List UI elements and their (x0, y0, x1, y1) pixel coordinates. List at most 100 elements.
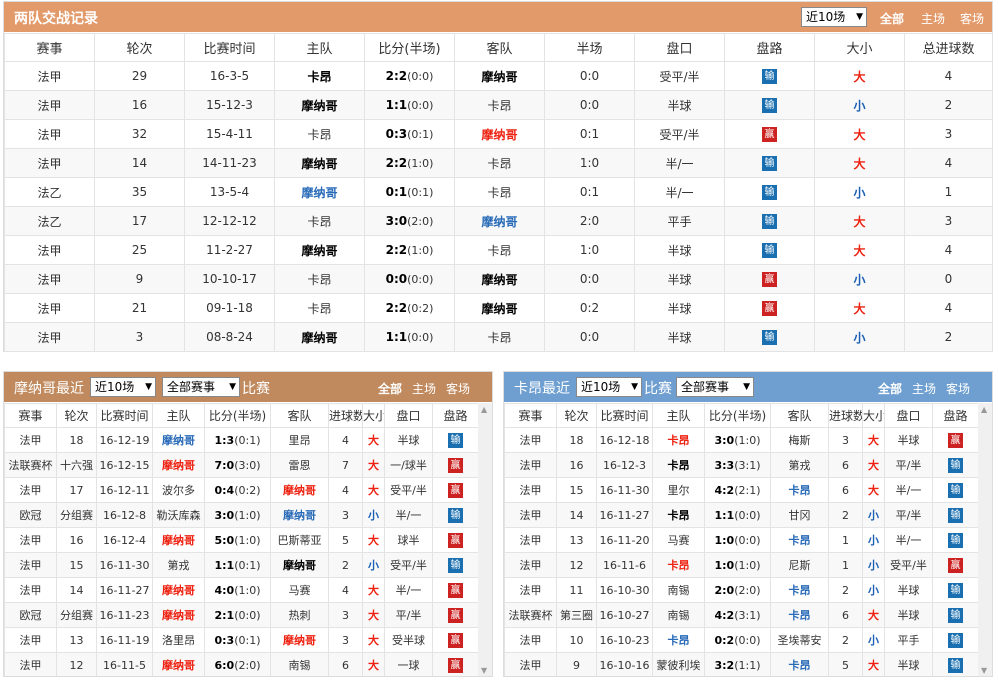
away-team[interactable]: 圣埃蒂安 (770, 627, 829, 653)
table-row: 法甲 9 10-10-17 卡昂 0:0(0:0) 摩纳哥 0:0 半球赢小 0 (4, 264, 993, 294)
home-team[interactable]: 摩纳哥 (152, 652, 205, 676)
halftime-cell: 1:0 (544, 148, 635, 178)
away-team[interactable]: 卡昂 (770, 602, 829, 628)
away-team[interactable]: 尼斯 (770, 552, 829, 578)
home-team[interactable]: 马赛 (652, 527, 705, 553)
h2h-filter-home[interactable]: 主场 (921, 10, 945, 27)
away-team[interactable]: 卡昂 (454, 148, 545, 178)
result-cell: 赢 (432, 652, 479, 676)
score-cell: 4:2(3:1) (704, 602, 771, 628)
date-cell: 16-12-4 (96, 527, 153, 553)
caen-scrollbar[interactable]: ▲ ▼ (978, 403, 992, 676)
home-team[interactable]: 南锡 (652, 577, 705, 603)
home-team[interactable]: 摩纳哥 (274, 235, 365, 265)
date-cell: 16-12-19 (96, 427, 153, 453)
home-team[interactable]: 摩纳哥 (152, 427, 205, 453)
away-team[interactable]: 卡昂 (454, 90, 545, 120)
monaco-filter-all[interactable]: 全部 (378, 380, 402, 397)
away-team[interactable]: 卡昂 (770, 477, 829, 503)
away-team[interactable]: 摩纳哥 (270, 552, 329, 578)
league-cell: 法甲 (4, 627, 57, 653)
caen-league-select[interactable]: 全部赛事 ▼ (676, 377, 754, 397)
away-team[interactable]: 卡昂 (770, 527, 829, 553)
lose-badge: 输 (948, 657, 963, 673)
home-team[interactable]: 第戎 (152, 552, 205, 578)
home-team[interactable]: 摩纳哥 (152, 527, 205, 553)
scroll-up-icon[interactable]: ▲ (481, 405, 487, 414)
home-team[interactable]: 洛里昂 (152, 627, 205, 653)
caen-league-value: 全部赛事 (681, 380, 730, 394)
away-team[interactable]: 卡昂 (454, 177, 545, 207)
away-team[interactable]: 卡昂 (770, 577, 829, 603)
home-team[interactable]: 蒙彼利埃 (652, 652, 705, 676)
handicap-cell: 一/球半 (384, 452, 433, 478)
away-team[interactable]: 马赛 (270, 577, 329, 603)
home-team[interactable]: 摩纳哥 (152, 602, 205, 628)
home-team[interactable]: 卡昂 (274, 61, 365, 91)
h2h-filter-all[interactable]: 全部 (880, 10, 904, 27)
league-cell: 法甲 (4, 90, 95, 120)
league-cell: 法甲 (4, 119, 95, 149)
home-team[interactable]: 摩纳哥 (152, 452, 205, 478)
away-team[interactable]: 热刺 (270, 602, 329, 628)
round-cell: 16 (56, 527, 97, 553)
home-team[interactable]: 卡昂 (274, 119, 365, 149)
monaco-count-select[interactable]: 近10场 ▼ (90, 377, 156, 397)
home-team[interactable]: 卡昂 (274, 206, 365, 236)
caen-count-select[interactable]: 近10场 ▼ (576, 377, 642, 397)
away-team[interactable]: 卡昂 (770, 652, 829, 676)
home-team[interactable]: 摩纳哥 (152, 577, 205, 603)
h2h-count-select[interactable]: 近10场 ▼ (801, 7, 867, 27)
away-team[interactable]: 雷恩 (270, 452, 329, 478)
away-team[interactable]: 摩纳哥 (270, 627, 329, 653)
home-team[interactable]: 卡昂 (652, 452, 705, 478)
home-team[interactable]: 卡昂 (274, 293, 365, 323)
away-team[interactable]: 南锡 (270, 652, 329, 676)
caen-filter-home[interactable]: 主场 (912, 380, 936, 397)
home-team[interactable]: 摩纳哥 (274, 90, 365, 120)
home-team[interactable]: 卡昂 (652, 427, 705, 453)
away-team[interactable]: 摩纳哥 (270, 477, 329, 503)
scroll-down-icon[interactable]: ▼ (981, 666, 987, 675)
monaco-title-prefix: 摩纳哥最近 (14, 381, 84, 397)
handicap-cell: 受平/半 (634, 61, 725, 91)
home-team[interactable]: 卡昂 (652, 627, 705, 653)
scroll-down-icon[interactable]: ▼ (481, 666, 487, 675)
h2h-filter-away[interactable]: 客场 (960, 10, 984, 27)
away-team[interactable]: 甘冈 (770, 502, 829, 528)
monaco-filter-away[interactable]: 客场 (446, 380, 470, 397)
home-team[interactable]: 卡昂 (652, 552, 705, 578)
monaco-filter-home[interactable]: 主场 (412, 380, 436, 397)
home-team[interactable]: 波尔多 (152, 477, 205, 503)
scroll-up-icon[interactable]: ▲ (981, 405, 987, 414)
home-team[interactable]: 卡昂 (274, 264, 365, 294)
home-team[interactable]: 南锡 (652, 602, 705, 628)
away-team[interactable]: 巴斯蒂亚 (270, 527, 329, 553)
home-team[interactable]: 勒沃库森 (152, 502, 205, 528)
result-cell: 赢 (432, 452, 479, 478)
away-team[interactable]: 第戎 (770, 452, 829, 478)
monaco-scrollbar[interactable]: ▲ ▼ (478, 403, 492, 676)
away-team[interactable]: 里昂 (270, 427, 329, 453)
caen-filter-all[interactable]: 全部 (878, 380, 902, 397)
round-cell: 18 (556, 427, 597, 453)
away-team[interactable]: 卡昂 (454, 322, 545, 352)
score-full: 4:0 (214, 583, 235, 597)
away-team[interactable]: 摩纳哥 (454, 119, 545, 149)
away-team[interactable]: 摩纳哥 (270, 502, 329, 528)
home-team[interactable]: 里尔 (652, 477, 705, 503)
round-cell: 17 (56, 477, 97, 503)
away-team[interactable]: 摩纳哥 (454, 61, 545, 91)
home-team[interactable]: 摩纳哥 (274, 177, 365, 207)
home-team[interactable]: 摩纳哥 (274, 148, 365, 178)
away-team[interactable]: 摩纳哥 (454, 293, 545, 323)
away-team[interactable]: 梅斯 (770, 427, 829, 453)
caen-filter-away[interactable]: 客场 (946, 380, 970, 397)
away-team[interactable]: 摩纳哥 (454, 206, 545, 236)
home-team[interactable]: 卡昂 (652, 502, 705, 528)
monaco-league-select[interactable]: 全部赛事 ▼ (162, 377, 240, 397)
home-team[interactable]: 摩纳哥 (274, 322, 365, 352)
handicap-cell: 半/一 (884, 477, 933, 503)
away-team[interactable]: 摩纳哥 (454, 264, 545, 294)
away-team[interactable]: 卡昂 (454, 235, 545, 265)
